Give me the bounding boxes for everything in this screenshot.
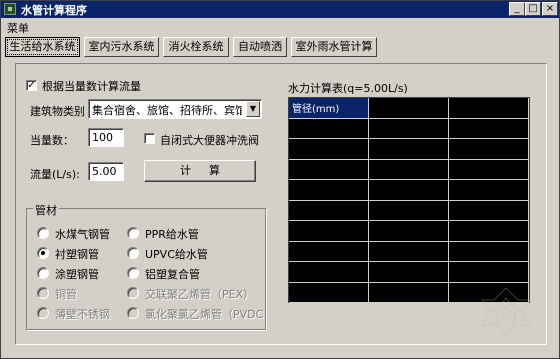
tab-hydrant[interactable]: 消火栓系统 [163,37,229,57]
window-title: 水管计算程序 [21,4,87,17]
radio-coated-steel[interactable] [37,267,49,279]
label-copper: 铜管 [55,288,77,301]
material-group-title: 管材 [33,202,59,218]
chevron-down-icon[interactable]: ▼ [246,101,260,117]
app-icon [4,3,16,15]
table-cell[interactable] [289,221,369,242]
building-type-label: 建筑物类别 [30,105,85,118]
close-button[interactable]: × [542,2,558,16]
building-type-select[interactable]: 集合宿舍、旅馆、招待所、宾馆 ▼ [88,99,262,119]
table-cell[interactable] [289,200,369,221]
tab-panel: ✓ 根据当量数计算流量 建筑物类别 集合宿舍、旅馆、招待所、宾馆 ▼ 当量数： … [15,63,547,345]
watermark-logo [481,287,531,337]
radio-ppr[interactable] [127,227,139,239]
label-pex: 交联聚乙烯管（PEX） [145,288,255,301]
table-cell[interactable] [449,118,529,139]
label-aluminum-plastic: 铝塑复合管 [145,268,200,281]
table-cell[interactable] [369,98,449,119]
table-cell[interactable] [449,98,529,119]
flow-input[interactable]: 5.00 [88,162,124,181]
maximize-button[interactable]: □ [525,2,541,16]
radio-pvdc [127,307,139,319]
tab-domestic-water[interactable]: 生活给水系统 [5,37,80,57]
table-cell[interactable] [369,139,449,160]
equivalent-input[interactable]: 100 [88,128,124,147]
label-pvdc: 氯化聚氯乙烯管（PVDC [145,308,264,321]
calculate-button[interactable]: 计算 [144,160,256,182]
radio-galvanized-steel[interactable] [37,227,49,239]
label-plastic-lined-steel: 衬塑钢管 [55,248,99,261]
table-cell[interactable] [449,221,529,242]
radio-upvc[interactable] [127,247,139,259]
menu-item-main[interactable]: 菜单 [7,20,29,36]
table-cell[interactable] [369,200,449,221]
table-cell[interactable] [369,180,449,201]
tab-indoor-sewage[interactable]: 室内污水系统 [84,37,159,57]
tab-outdoor-rainwater[interactable]: 室外雨水管计算 [291,37,377,57]
radio-pex [127,287,139,299]
radio-plastic-lined-steel[interactable] [37,247,49,259]
table-cell[interactable] [449,200,529,221]
label-ppr: PPR给水管 [145,228,199,241]
material-group: 管材 水煤气钢管 PPR给水管 衬塑钢管 UPVC给水管 涂塑钢管 铝塑复合管 … [26,202,266,330]
table-cell[interactable] [369,159,449,180]
radio-aluminum-plastic[interactable] [127,267,139,279]
tab-sprinkler[interactable]: 自动喷洒 [233,37,287,57]
table-cell[interactable] [449,180,529,201]
label-coated-steel: 涂塑钢管 [55,268,99,281]
flow-label: 流量(L/s): [30,168,80,181]
table-cell[interactable] [449,241,529,262]
table-cell[interactable] [289,262,369,283]
equivalent-label: 当量数： [30,134,74,147]
flush-valve-checkbox[interactable] [144,133,155,144]
table-cell[interactable] [289,241,369,262]
menu-bar: 菜单 [1,18,559,35]
table-cell[interactable] [449,262,529,283]
table-cell[interactable] [289,139,369,160]
table-cell[interactable] [369,282,449,303]
hydraulic-table[interactable]: 管径(mm) [288,97,530,303]
table-cell[interactable] [369,118,449,139]
table-cell[interactable] [449,139,529,160]
label-upvc: UPVC给水管 [145,248,208,261]
app-window: 水管计算程序 _ □ × 菜单 生活给水系统 室内污水系统 消火栓系统 自动喷洒… [0,0,560,359]
title-bar[interactable]: 水管计算程序 _ □ × [1,1,559,18]
radio-stainless [37,307,49,319]
table-cell[interactable] [289,180,369,201]
label-galvanized-steel: 水煤气钢管 [55,228,110,241]
minimize-button[interactable]: _ [509,2,525,16]
calc-by-units-checkbox[interactable]: ✓ [26,80,37,91]
table-cell[interactable] [369,262,449,283]
flush-valve-label: 自闭式大便器冲洗阀 [160,134,259,147]
table-cell[interactable] [289,282,369,303]
calc-by-units-label: 根据当量数计算流量 [42,80,141,93]
table-cell[interactable] [369,221,449,242]
table-cell[interactable] [289,118,369,139]
table-header-pipe-diameter[interactable]: 管径(mm) [289,98,369,119]
label-stainless: 薄壁不锈钢 [55,308,110,321]
radio-copper [37,287,49,299]
hydraulic-table-title: 水力计算表(q=5.00L/s) [288,82,408,95]
table-cell[interactable] [449,159,529,180]
table-cell[interactable] [289,159,369,180]
building-type-value: 集合宿舍、旅馆、招待所、宾馆 [92,104,242,117]
table-cell[interactable] [369,241,449,262]
